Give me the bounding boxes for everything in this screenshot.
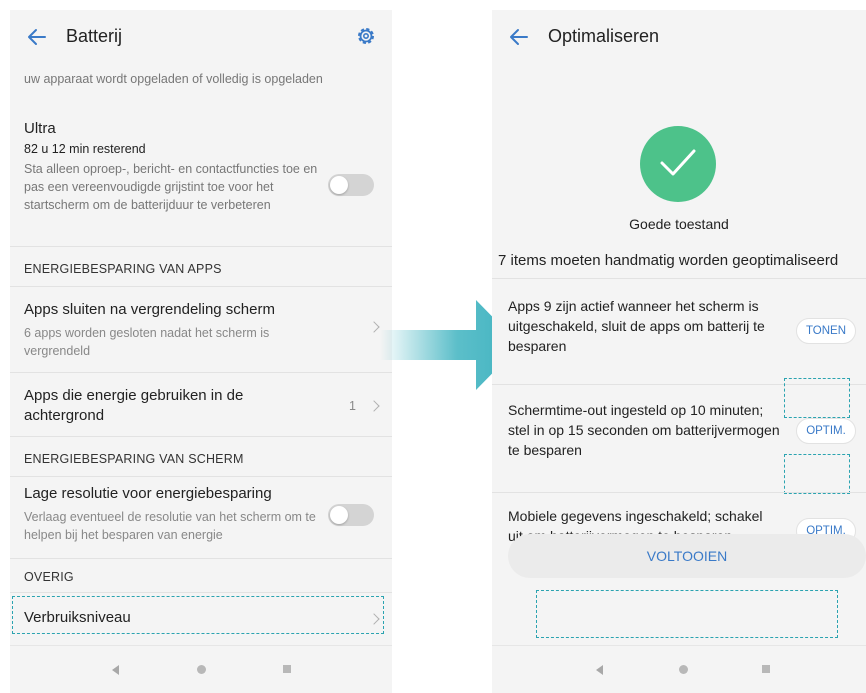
ultra-description: Sta alleen oproep-, bericht- en contactf…: [24, 162, 318, 212]
low-resolution-title: Lage resolutie voor energiebesparing: [24, 485, 272, 502]
usage-level-highlight: [12, 596, 384, 634]
ultra-remaining: 82 u 12 min resterend: [24, 142, 146, 156]
toggle-knob: [330, 506, 348, 524]
page-title: Batterij: [66, 26, 123, 46]
items-heading: 7 items moeten handmatig worden geoptima…: [498, 252, 839, 269]
checkmark-icon: [660, 149, 696, 176]
section-header-screen: ENERGIEBESPARING VAN SCHERM: [24, 452, 244, 466]
app-bar: Batterij: [10, 10, 392, 66]
back-arrow-icon[interactable]: [506, 24, 532, 50]
background-apps-count: 1: [349, 399, 356, 413]
divider: [10, 286, 392, 287]
nav-back-icon[interactable]: [112, 665, 119, 675]
optimize-timeout-button[interactable]: OPTIM.: [796, 418, 856, 444]
back-arrow-icon[interactable]: [24, 24, 50, 50]
section-header-other: OVERIG: [24, 570, 74, 584]
battery-screen: Batterij uw apparaat wordt opgeladen of …: [10, 10, 392, 693]
divider: [492, 278, 866, 279]
status-text: Goede toestand: [629, 216, 729, 232]
timeout-highlight-top: [784, 378, 850, 418]
divider: [10, 246, 392, 247]
low-resolution-toggle[interactable]: [328, 504, 374, 526]
toggle-knob: [330, 176, 348, 194]
system-nav-bar: [492, 645, 866, 693]
divider: [492, 492, 866, 493]
optimize-screen: Optimaliseren Goede toestand 7 items moe…: [492, 10, 866, 693]
nav-home-icon[interactable]: [679, 665, 688, 674]
close-apps-description: 6 apps worden gesloten nadat het scherm …: [24, 326, 270, 358]
app-bar: Optimaliseren: [492, 10, 866, 66]
divider: [10, 476, 392, 477]
settings-list: uw apparaat wordt opgeladen of volledig …: [10, 66, 392, 645]
intro-text: uw apparaat wordt opgeladen of volledig …: [24, 72, 323, 86]
nav-home-icon[interactable]: [197, 665, 206, 674]
divider: [10, 436, 392, 437]
check-circle-icon: [640, 126, 716, 202]
gear-icon[interactable]: [354, 24, 378, 48]
ultra-toggle[interactable]: [328, 174, 374, 196]
optimize-item-screen-timeout: Schermtime-out ingesteld op 10 minuten; …: [508, 402, 780, 458]
divider: [10, 558, 392, 559]
divider: [10, 592, 392, 593]
background-apps-title[interactable]: Apps die energie gebruiken in de achterg…: [24, 386, 314, 426]
show-apps-button[interactable]: TONEN: [796, 318, 856, 344]
nav-recent-icon[interactable]: [762, 665, 770, 673]
nav-recent-icon[interactable]: [283, 665, 291, 673]
low-resolution-description: Verlaag eventueel de resolutie van het s…: [24, 510, 316, 542]
nav-back-icon[interactable]: [596, 665, 603, 675]
chevron-right-icon: [368, 321, 380, 333]
optimize-item-apps: Apps 9 zijn actief wanneer het scherm is…: [508, 298, 765, 354]
done-button[interactable]: VOLTOOIEN: [508, 534, 866, 578]
done-button-highlight: [536, 590, 838, 638]
system-nav-bar: [10, 645, 392, 693]
section-header-apps: ENERGIEBESPARING VAN APPS: [24, 262, 222, 276]
timeout-highlight-bottom: [784, 454, 850, 494]
ultra-title: Ultra: [24, 120, 56, 137]
close-apps-title[interactable]: Apps sluiten na vergrendeling scherm: [24, 300, 344, 320]
divider: [10, 372, 392, 373]
page-title: Optimaliseren: [548, 26, 660, 46]
chevron-right-icon: [368, 400, 380, 412]
